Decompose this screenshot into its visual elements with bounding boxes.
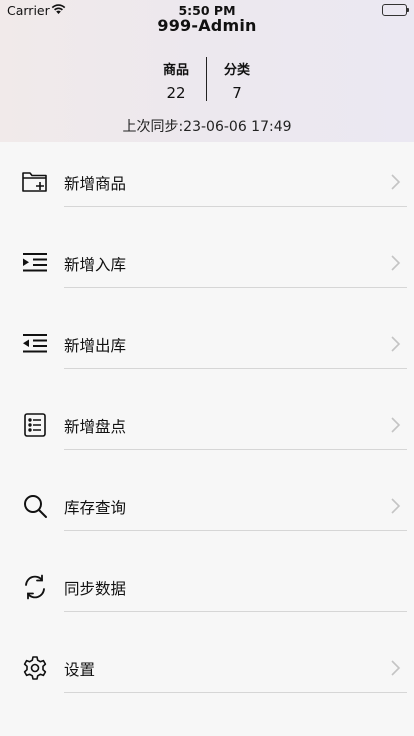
last-sync-text: 上次同步:23-06-06 17:49 (122, 119, 292, 135)
chevron-right-icon (390, 497, 402, 515)
menu-item-inventory-query[interactable]: 库存查询 (0, 466, 414, 547)
stat-categories-label: 分类 (223, 63, 250, 78)
separator (64, 449, 407, 450)
menu-item-label: 库存查询 (64, 499, 127, 517)
indent-out-icon (22, 331, 48, 357)
folder-add-icon (22, 169, 48, 195)
menu-item-label: 设置 (64, 661, 96, 679)
menu-item-stocktake[interactable]: 新增盘点 (0, 385, 414, 466)
stat-categories[interactable]: 分类 7 (207, 59, 267, 102)
separator (64, 611, 407, 612)
menu-item-label: 新增盘点 (64, 418, 127, 436)
menu-item-sync-data[interactable]: 同步数据 (0, 547, 414, 628)
stat-goods-label: 商品 (162, 63, 189, 78)
menu-item-label: 新增出库 (64, 337, 127, 355)
menu-list: 新增商品 新增入库 新增出库 新增盘点 库存查询 同步数据 设置 (0, 142, 414, 709)
separator (64, 530, 407, 531)
chevron-right-icon (390, 659, 402, 677)
chevron-right-icon (390, 416, 402, 434)
gear-icon (22, 655, 48, 681)
battery-icon (382, 4, 409, 16)
menu-item-stock-in[interactable]: 新增入库 (0, 223, 414, 304)
stat-goods[interactable]: 商品 22 (146, 59, 206, 102)
chevron-right-icon (390, 173, 402, 191)
menu-item-label: 新增入库 (64, 256, 127, 274)
separator (64, 368, 407, 369)
list-check-icon (22, 412, 48, 438)
chevron-right-icon (390, 254, 402, 272)
stat-goods-value: 22 (166, 84, 186, 102)
sync-icon (22, 574, 48, 600)
menu-item-stock-out[interactable]: 新增出库 (0, 304, 414, 385)
menu-item-label: 同步数据 (64, 580, 127, 598)
chevron-right-icon (390, 335, 402, 353)
header: Carrier 5:50 PM 999-Admin 商品 22 分类 7 上次同… (0, 0, 414, 142)
menu-item-label: 新增商品 (64, 175, 127, 193)
menu-item-add-product[interactable]: 新增商品 (0, 142, 414, 223)
menu-item-settings[interactable]: 设置 (0, 628, 414, 709)
store-title: 999-Admin (157, 16, 257, 35)
separator (64, 206, 407, 207)
stat-categories-value: 7 (232, 84, 242, 102)
indent-in-icon (22, 250, 48, 276)
search-icon (22, 493, 48, 519)
separator (64, 287, 407, 288)
separator (64, 692, 407, 693)
